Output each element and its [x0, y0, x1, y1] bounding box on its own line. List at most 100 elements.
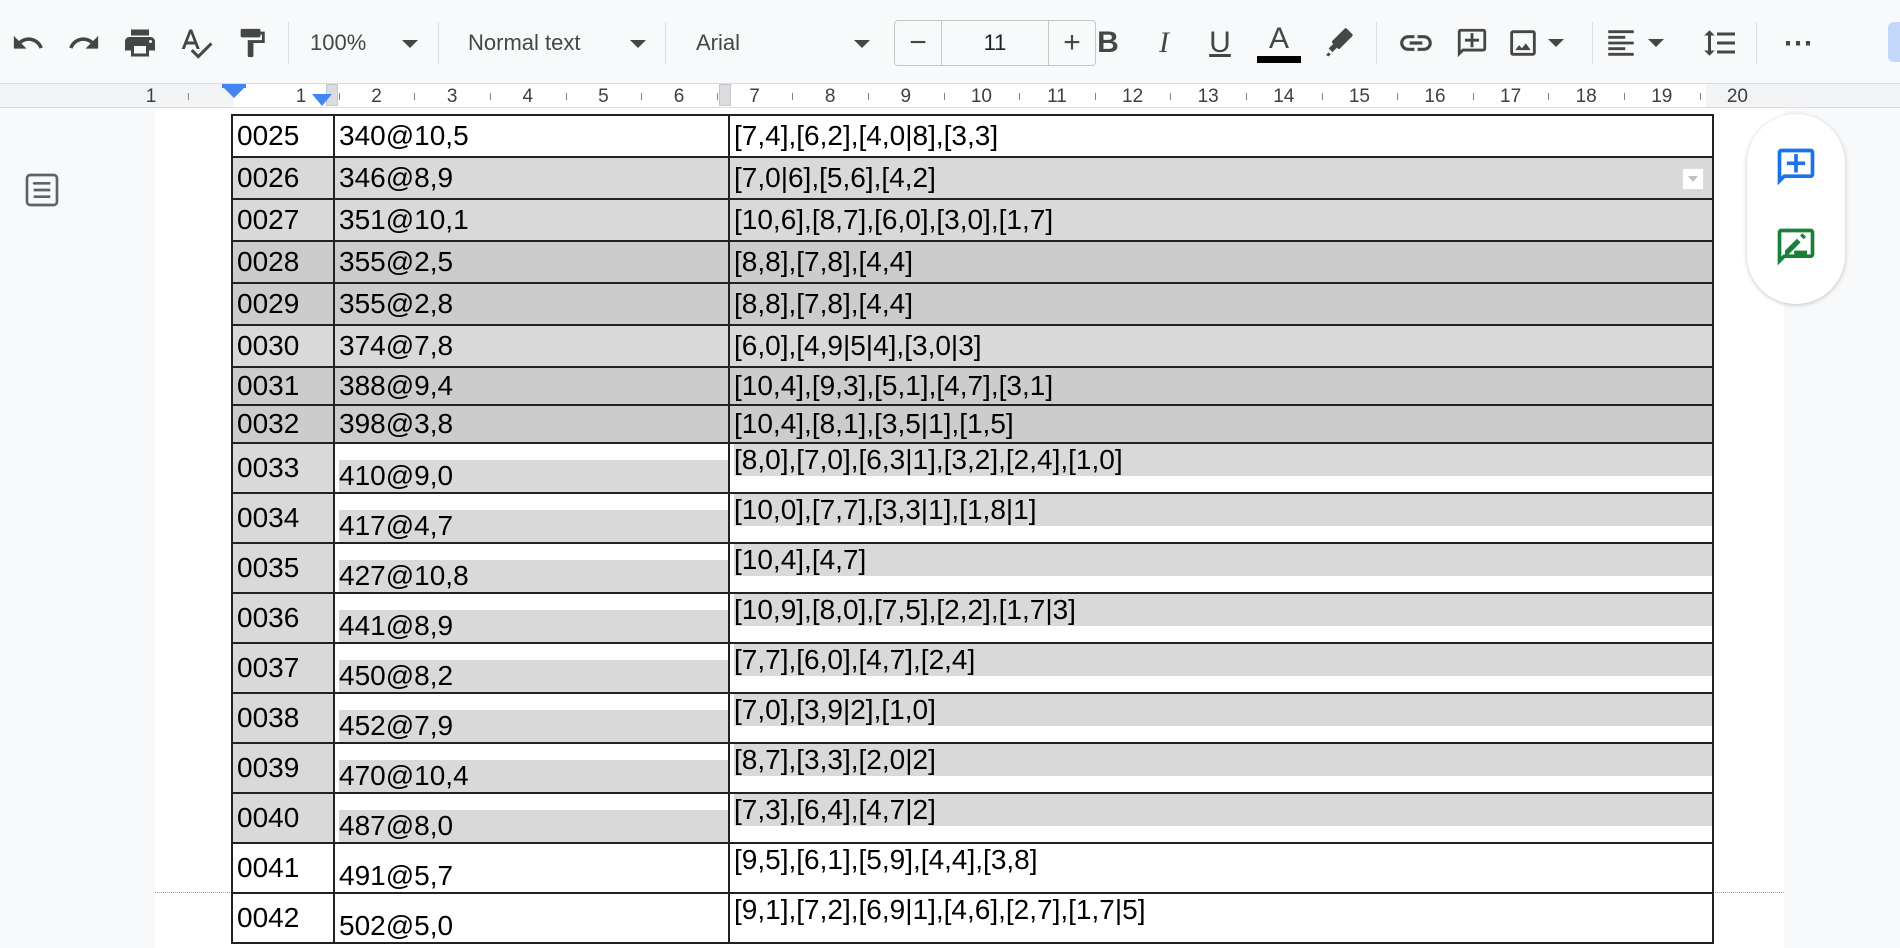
- cell-id[interactable]: 0038: [231, 692, 335, 744]
- cell-sequence[interactable]: [10,4],[9,3],[5,1],[4,7],[3,1]: [728, 366, 1714, 406]
- underline-button[interactable]: U: [1198, 20, 1242, 66]
- toolbar-divider: [288, 22, 289, 64]
- font-family-select[interactable]: Arial: [696, 22, 878, 64]
- table-row: 0028 355@2,5 [8,8],[7,8],[4,4]: [231, 240, 1714, 284]
- ruler-tick: [1624, 93, 1625, 100]
- print-button[interactable]: [118, 20, 162, 66]
- cell-dropdown-button[interactable]: [1682, 168, 1704, 190]
- cell-id[interactable]: 0029: [231, 282, 335, 326]
- paragraph-style-select[interactable]: Normal text: [468, 22, 658, 64]
- cell-value[interactable]: 410@9,0: [333, 442, 730, 494]
- align-left-icon: [1608, 30, 1634, 56]
- cell-value[interactable]: 470@10,4: [333, 742, 730, 794]
- redo-button[interactable]: [62, 20, 106, 66]
- cell-id[interactable]: 0025: [231, 114, 335, 158]
- cell-sequence[interactable]: [8,0],[7,0],[6,3|1],[3,2],[2,4],[1,0]: [728, 442, 1714, 494]
- table-row: 0031 388@9,4 [10,4],[9,3],[5,1],[4,7],[3,1…: [231, 366, 1714, 406]
- suggest-edit-button[interactable]: [1767, 218, 1825, 276]
- cell-sequence[interactable]: [9,5],[6,1],[5,9],[4,4],[3,8]: [728, 842, 1714, 894]
- font-size-input[interactable]: 11: [941, 21, 1049, 65]
- cell-sequence[interactable]: [10,9],[8,0],[7,5],[2,2],[1,7|3]: [728, 592, 1714, 644]
- document-outline-button[interactable]: [22, 170, 62, 215]
- cell-value[interactable]: 398@3,8: [333, 404, 730, 444]
- cell-id-text: 0040: [237, 802, 300, 833]
- cell-id[interactable]: 0031: [231, 366, 335, 406]
- table-row: 0037 450@8,2 [7,7],[6,0],[4,7],[2,4]: [231, 642, 1714, 694]
- cell-value[interactable]: 450@8,2: [333, 642, 730, 694]
- cell-id[interactable]: 0037: [231, 642, 335, 694]
- highlight-color-button[interactable]: [1316, 20, 1360, 66]
- cell-value[interactable]: 346@8,9: [333, 156, 730, 200]
- cell-id[interactable]: 0040: [231, 792, 335, 844]
- line-spacing-button[interactable]: [1698, 20, 1742, 66]
- cell-value[interactable]: 355@2,8: [333, 282, 730, 326]
- ruler-tick: [188, 93, 189, 100]
- cell-sequence[interactable]: [8,7],[3,3],[2,0|2]: [728, 742, 1714, 794]
- italic-button[interactable]: I: [1142, 20, 1186, 66]
- cell-value[interactable]: 452@7,9: [333, 692, 730, 744]
- undo-button[interactable]: [6, 20, 50, 66]
- cell-id[interactable]: 0041: [231, 842, 335, 894]
- cell-sequence[interactable]: [7,4],[6,2],[4,0|8],[3,3]: [728, 114, 1714, 158]
- cell-value[interactable]: 487@8,0: [333, 792, 730, 844]
- cell-id[interactable]: 0026: [231, 156, 335, 200]
- text-color-button[interactable]: A: [1256, 20, 1302, 66]
- cell-sequence[interactable]: [9,1],[7,2],[6,9|1],[4,6],[2,7],[1,7|5]: [728, 892, 1714, 944]
- cell-id[interactable]: 0028: [231, 240, 335, 284]
- insert-comment-button[interactable]: [1450, 20, 1494, 66]
- cell-value[interactable]: 491@5,7: [333, 842, 730, 894]
- cell-value[interactable]: 417@4,7: [333, 492, 730, 544]
- cell-id[interactable]: 0039: [231, 742, 335, 794]
- left-indent-marker[interactable]: [312, 94, 332, 106]
- cell-value[interactable]: 427@10,8: [333, 542, 730, 594]
- cell-value[interactable]: 502@5,0: [333, 892, 730, 944]
- add-comment-button[interactable]: [1767, 138, 1825, 196]
- cell-sequence[interactable]: [7,0|6],[5,6],[4,2]: [728, 156, 1714, 200]
- cell-id[interactable]: 0030: [231, 324, 335, 368]
- cell-id[interactable]: 0042: [231, 892, 335, 944]
- cell-id[interactable]: 0036: [231, 592, 335, 644]
- cell-id-text: 0037: [237, 652, 300, 683]
- cell-sequence[interactable]: [8,8],[7,8],[4,4]: [728, 282, 1714, 326]
- ruler-label: 13: [1197, 86, 1219, 107]
- spellcheck-icon: [181, 29, 213, 59]
- cell-sequence[interactable]: [10,6],[8,7],[6,0],[3,0],[1,7]: [728, 198, 1714, 242]
- ruler-label: 9: [900, 86, 912, 107]
- cell-value[interactable]: 355@2,5: [333, 240, 730, 284]
- cell-sequence[interactable]: [7,7],[6,0],[4,7],[2,4]: [728, 642, 1714, 694]
- ruler-column-marker[interactable]: [719, 84, 731, 106]
- cell-sequence[interactable]: [6,0],[4,9|5|4],[3,0|3]: [728, 324, 1714, 368]
- cell-value[interactable]: 374@7,8: [333, 324, 730, 368]
- cell-value[interactable]: 388@9,4: [333, 366, 730, 406]
- cell-sequence[interactable]: [8,8],[7,8],[4,4]: [728, 240, 1714, 284]
- ruler-label: 4: [522, 86, 534, 107]
- cell-sequence[interactable]: [10,4],[4,7]: [728, 542, 1714, 594]
- bold-button[interactable]: B: [1086, 20, 1130, 66]
- horizontal-ruler[interactable]: 1 1 2 3 4 5 6 7 8 9 10 11 12 13 14 15 16 17 18 19 20: [0, 84, 1900, 108]
- cell-sequence-text: [9,1],[7,2],[6,9|1],[4,6],[2,7],[1,7|5]: [734, 894, 1146, 925]
- editing-mode-button[interactable]: [1888, 22, 1900, 62]
- spellcheck-button[interactable]: [174, 20, 218, 66]
- cell-value[interactable]: 351@10,1: [333, 198, 730, 242]
- cell-id[interactable]: 0027: [231, 198, 335, 242]
- cell-value[interactable]: 340@10,5: [333, 114, 730, 158]
- cell-sequence[interactable]: [10,4],[8,1],[3,5|1],[1,5]: [728, 404, 1714, 444]
- cell-value[interactable]: 441@8,9: [333, 592, 730, 644]
- align-button[interactable]: [1604, 20, 1674, 66]
- insert-link-button[interactable]: [1392, 20, 1440, 66]
- more-button[interactable]: ⋯: [1776, 20, 1820, 66]
- ruler-tick: [490, 93, 491, 100]
- cell-sequence[interactable]: [10,0],[7,7],[3,3|1],[1,8|1]: [728, 492, 1714, 544]
- cell-id[interactable]: 0032: [231, 404, 335, 444]
- cell-id[interactable]: 0033: [231, 442, 335, 494]
- cell-id[interactable]: 0034: [231, 492, 335, 544]
- cell-sequence[interactable]: [7,3],[6,4],[4,7|2]: [728, 792, 1714, 844]
- decrease-font-size-button[interactable]: −: [895, 21, 942, 65]
- zoom-select[interactable]: 100%: [310, 22, 430, 64]
- cell-sequence[interactable]: [7,0],[3,9|2],[1,0]: [728, 692, 1714, 744]
- ruler-tick: [641, 93, 643, 100]
- paint-format-button[interactable]: [230, 20, 274, 66]
- insert-image-button[interactable]: [1506, 20, 1576, 66]
- cell-id[interactable]: 0035: [231, 542, 335, 594]
- cell-id-text: 0027: [237, 204, 300, 235]
